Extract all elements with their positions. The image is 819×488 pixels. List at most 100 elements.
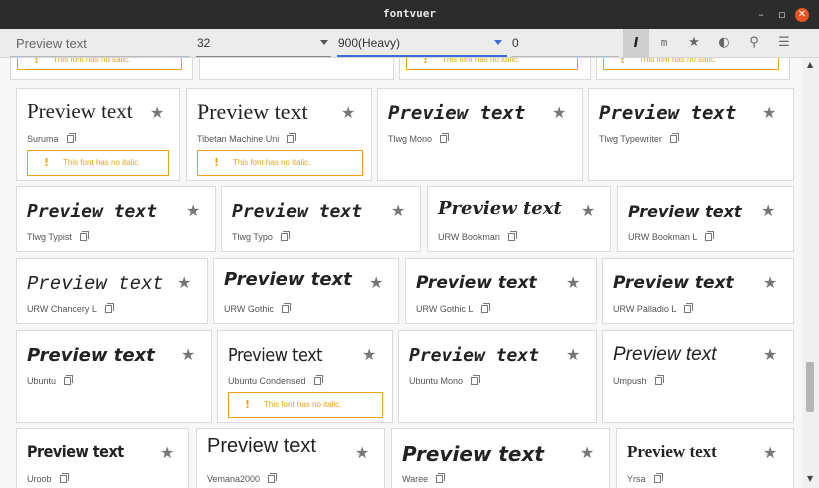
copy-icon[interactable] [436,473,446,483]
font-name: URW Gothic L [416,303,491,314]
scroll-down-icon[interactable]: ▼ [807,474,813,483]
font-card[interactable]: Preview text ★ URW Gothic [213,258,399,324]
copy-icon[interactable] [481,303,491,313]
copy-icon[interactable] [507,231,517,241]
font-card[interactable]: Preview text ★ Tlwg Typist [16,186,216,252]
star-icon[interactable]: ★ [762,103,776,122]
font-card[interactable]: Preview text ★ Tlwg Typewriter [588,88,794,181]
theme-icon[interactable]: ◐ [713,34,735,52]
font-card-partial[interactable]: ! This font has no italic. [10,58,193,80]
copy-icon[interactable] [281,303,291,313]
no-italic-warning: ! This font has no italic. [406,58,578,70]
star-icon[interactable]: ★ [391,201,405,220]
star-icon[interactable]: ★ [150,103,164,122]
monospace-icon[interactable]: m [653,34,675,52]
spacing-underline [511,56,619,57]
no-italic-warning: ! This font has no italic. [17,58,182,70]
font-card[interactable]: Preview text ★ URW Gothic L [405,258,597,324]
copy-icon[interactable] [64,375,74,385]
font-card[interactable]: Preview text ★ URW Palladio L [602,258,794,324]
star-icon[interactable]: ★ [160,443,174,462]
toolbar: Preview text 32 900(Heavy) 0 I m ★ ◐ ⚲ ☰ [0,29,819,58]
font-name: URW Bookman [438,231,517,242]
font-card[interactable]: Preview text ★ Uroob [16,428,189,488]
star-icon[interactable]: ★ [566,273,580,292]
vertical-scrollbar[interactable]: ▲ ▼ [802,58,819,488]
size-select[interactable]: 32 [197,36,210,50]
copy-icon[interactable] [59,473,69,483]
star-icon[interactable]: ★ [552,103,566,122]
font-name: Ubuntu [27,375,74,386]
scroll-up-icon[interactable]: ▲ [807,60,813,69]
font-card-partial[interactable] [199,58,394,80]
star-icon[interactable]: ★ [763,273,777,292]
font-card[interactable]: Preview text ★ URW Chancery L [16,258,208,324]
copy-icon[interactable] [471,375,481,385]
weight-select[interactable]: 900(Heavy) [338,36,400,50]
star-icon[interactable]: ★ [763,443,777,462]
star-icon[interactable]: ★ [581,201,595,220]
font-card[interactable]: Preview text ★ URW Bookman L [617,186,794,252]
font-card[interactable]: Preview text ★ Vemana2000 [196,428,385,488]
font-preview: Preview text [27,99,133,123]
font-card[interactable]: Preview text ★ Ubuntu [16,330,212,423]
copy-icon[interactable] [705,231,715,241]
copy-icon[interactable] [684,303,694,313]
font-card-partial[interactable]: ! This font has no italic. [399,58,591,80]
font-preview: Preview text [27,345,155,366]
close-icon[interactable]: ✕ [795,8,809,22]
copy-icon[interactable] [280,231,290,241]
copy-icon[interactable] [268,473,278,483]
copy-icon[interactable] [313,375,323,385]
star-icon[interactable]: ★ [355,443,369,462]
font-preview: Preview text [207,435,316,457]
star-icon[interactable]: ★ [683,34,705,52]
copy-icon[interactable] [654,375,664,385]
copy-icon[interactable] [287,133,297,143]
star-icon[interactable]: ★ [763,345,777,364]
font-card[interactable]: Preview text ★ Tlwg Typo [221,186,421,252]
font-card[interactable]: Preview text ★ Yrsa [616,428,794,488]
font-card[interactable]: Preview text ★ Waree [391,428,610,488]
copy-icon[interactable] [653,473,663,483]
search-icon[interactable]: ⚲ [743,34,765,52]
preview-text-input[interactable]: Preview text [16,36,87,51]
star-icon[interactable]: ★ [580,443,594,462]
copy-icon[interactable] [79,231,89,241]
font-card-partial[interactable]: ! This font has no italic. [596,58,790,80]
font-card[interactable]: Preview text ★ Umpush [602,330,794,423]
star-icon[interactable]: ★ [341,103,355,122]
star-icon[interactable]: ★ [369,273,383,292]
minimize-icon[interactable]: – [754,8,768,22]
font-card[interactable]: Preview text ★ Tlwg Mono [377,88,583,181]
font-card[interactable]: Preview text ★ Suruma ! This font has no … [16,88,180,181]
star-icon[interactable]: ★ [566,345,580,364]
copy-icon[interactable] [669,133,679,143]
font-card[interactable]: Preview text ★ URW Bookman [427,186,611,252]
settings-icon[interactable]: ☰ [773,34,795,52]
spacing-input[interactable]: 0 [512,36,519,50]
font-name: URW Chancery L [27,303,114,314]
font-preview: Preview text [197,99,308,124]
star-icon[interactable]: ★ [181,345,195,364]
font-card[interactable]: Preview text ★ Tibetan Machine Uni ! This… [186,88,372,181]
copy-icon[interactable] [104,303,114,313]
window-title: fontvuer [383,7,436,20]
copy-icon[interactable] [440,133,450,143]
star-icon[interactable]: ★ [177,273,191,292]
copy-icon[interactable] [66,133,76,143]
maximize-icon[interactable]: ▫ [775,8,789,22]
font-preview: Preview text [232,201,363,222]
italic-icon[interactable]: I [623,29,649,58]
chevron-down-icon[interactable] [494,40,502,45]
font-preview: Preview text [224,269,352,290]
scrollbar-thumb[interactable] [806,362,814,412]
font-name: Vemana2000 [207,473,278,484]
font-card[interactable]: Preview text ★ Ubuntu Condensed ! This fo… [217,330,393,423]
star-icon[interactable]: ★ [761,201,775,220]
star-icon[interactable]: ★ [362,345,376,364]
weight-underline [337,55,507,57]
font-card[interactable]: Preview text ★ Ubuntu Mono [398,330,597,423]
star-icon[interactable]: ★ [186,201,200,220]
chevron-down-icon[interactable] [320,40,328,45]
